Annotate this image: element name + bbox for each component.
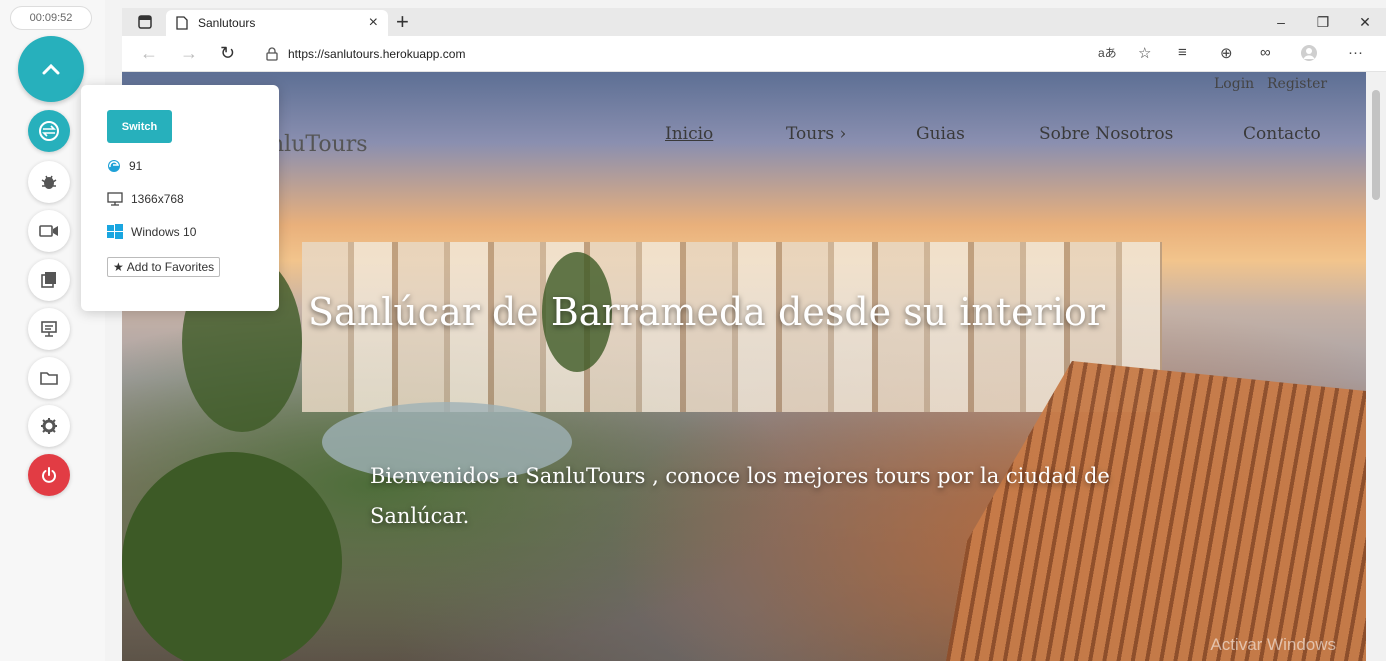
url-text: https://sanlutours.herokuapp.com (288, 47, 466, 61)
settings-button[interactable] (28, 405, 70, 447)
reload-icon[interactable]: ↻ (220, 43, 235, 64)
session-timer: 00:09:52 (10, 6, 92, 30)
add-to-favorites-button[interactable]: ★ Add to Favorites (107, 257, 221, 277)
switch-popup: Switch 91 1366x768 Windows 10 ★ Add to F… (81, 85, 279, 311)
switch-icon (39, 121, 59, 141)
screen: 00:09:52 Switch 91 1366x768 Windows 10 ★… (0, 0, 1386, 661)
close-tab-icon[interactable]: × (369, 14, 378, 32)
hero-subtitle: Bienvenidos a SanluTours , conoce los me… (370, 464, 1110, 528)
os-row: Windows 10 (107, 224, 196, 240)
gallery-icon (41, 272, 56, 288)
tab-title: Sanlutours (198, 16, 256, 30)
activation-watermark: Activar Windows (1210, 635, 1336, 654)
close-window-icon[interactable]: ✕ (1344, 8, 1386, 36)
avatar-icon (1301, 45, 1317, 61)
chevron-up-icon (42, 63, 60, 75)
collections-icon[interactable]: ⊕ (1220, 44, 1233, 62)
page-icon (176, 16, 188, 30)
nav-contacto[interactable]: Contacto (1243, 124, 1321, 144)
browser-version-row: 91 (107, 159, 142, 173)
avatar[interactable] (1300, 44, 1318, 66)
resolution-button[interactable] (28, 308, 70, 350)
record-video-button[interactable] (28, 210, 70, 252)
register-link[interactable]: Register (1267, 76, 1327, 92)
windows-icon (107, 224, 123, 239)
scrollbar-thumb[interactable] (1372, 90, 1380, 200)
site-logo[interactable]: nluTours (270, 132, 368, 157)
nav-guias[interactable]: Guias (916, 124, 965, 144)
favorite-star-icon[interactable]: ☆ (1138, 44, 1151, 62)
browser-window: Sanlutours × + – ❐ ✕ ← → ↻ https://sanlu… (122, 8, 1386, 661)
url-field[interactable]: https://sanlutours.herokuapp.com (266, 43, 1136, 65)
more-options-icon[interactable]: ··· (1348, 44, 1363, 61)
video-icon (39, 225, 58, 237)
edge-icon (108, 160, 120, 172)
minimize-icon[interactable]: – (1260, 8, 1302, 36)
page-scrollbar[interactable] (1366, 72, 1386, 661)
tab-actions-icon[interactable] (138, 15, 152, 29)
collapse-button[interactable] (18, 36, 84, 102)
resolution-value: 1366x768 (131, 192, 184, 206)
folder-icon (40, 372, 58, 385)
web-page: Login Register nluTours Inicio Tours › G… (122, 72, 1366, 661)
bug-report-button[interactable] (28, 161, 70, 203)
favorites-list-icon[interactable]: ≡ (1178, 44, 1187, 61)
gallery-button[interactable] (28, 259, 70, 301)
nav-inicio[interactable]: Inicio (665, 124, 713, 144)
address-bar: ← → ↻ https://sanlutours.herokuapp.com a… (122, 36, 1386, 72)
restore-icon[interactable]: ❐ (1302, 8, 1344, 36)
tab-sanlutours[interactable]: Sanlutours × (166, 10, 388, 36)
nav-tours[interactable]: Tours › (786, 124, 846, 144)
gear-icon (41, 418, 57, 434)
end-session-button[interactable] (28, 454, 70, 496)
hero-tree (122, 452, 342, 661)
files-button[interactable] (28, 357, 70, 399)
forward-icon[interactable]: → (180, 43, 198, 64)
new-tab-icon[interactable]: + (396, 9, 409, 35)
lock-icon (266, 47, 278, 61)
browser-version: 91 (129, 159, 143, 173)
power-icon (42, 467, 56, 483)
login-link[interactable]: Login (1214, 76, 1254, 92)
back-icon[interactable]: ← (140, 43, 158, 64)
favorites-label: Add to Favorites (126, 260, 215, 274)
profiles-icon[interactable]: ∞ (1260, 44, 1271, 61)
bug-icon (41, 175, 57, 189)
switch-browser-button[interactable] (28, 110, 70, 152)
window-controls: – ❐ ✕ (1260, 8, 1386, 36)
nav-sobre-nosotros[interactable]: Sobre Nosotros (1039, 124, 1173, 144)
display-icon (41, 321, 57, 337)
monitor-icon (107, 192, 123, 206)
star-icon: ★ (113, 260, 124, 274)
tab-strip: Sanlutours × + – ❐ ✕ (122, 8, 1386, 36)
hero-title: Sanlúcar de Barrameda desde su interior (308, 290, 1106, 334)
resolution-row: 1366x768 (107, 192, 184, 206)
read-aloud-icon[interactable]: aあ (1098, 44, 1117, 61)
switch-button[interactable]: Switch (107, 110, 172, 143)
os-value: Windows 10 (131, 225, 197, 239)
